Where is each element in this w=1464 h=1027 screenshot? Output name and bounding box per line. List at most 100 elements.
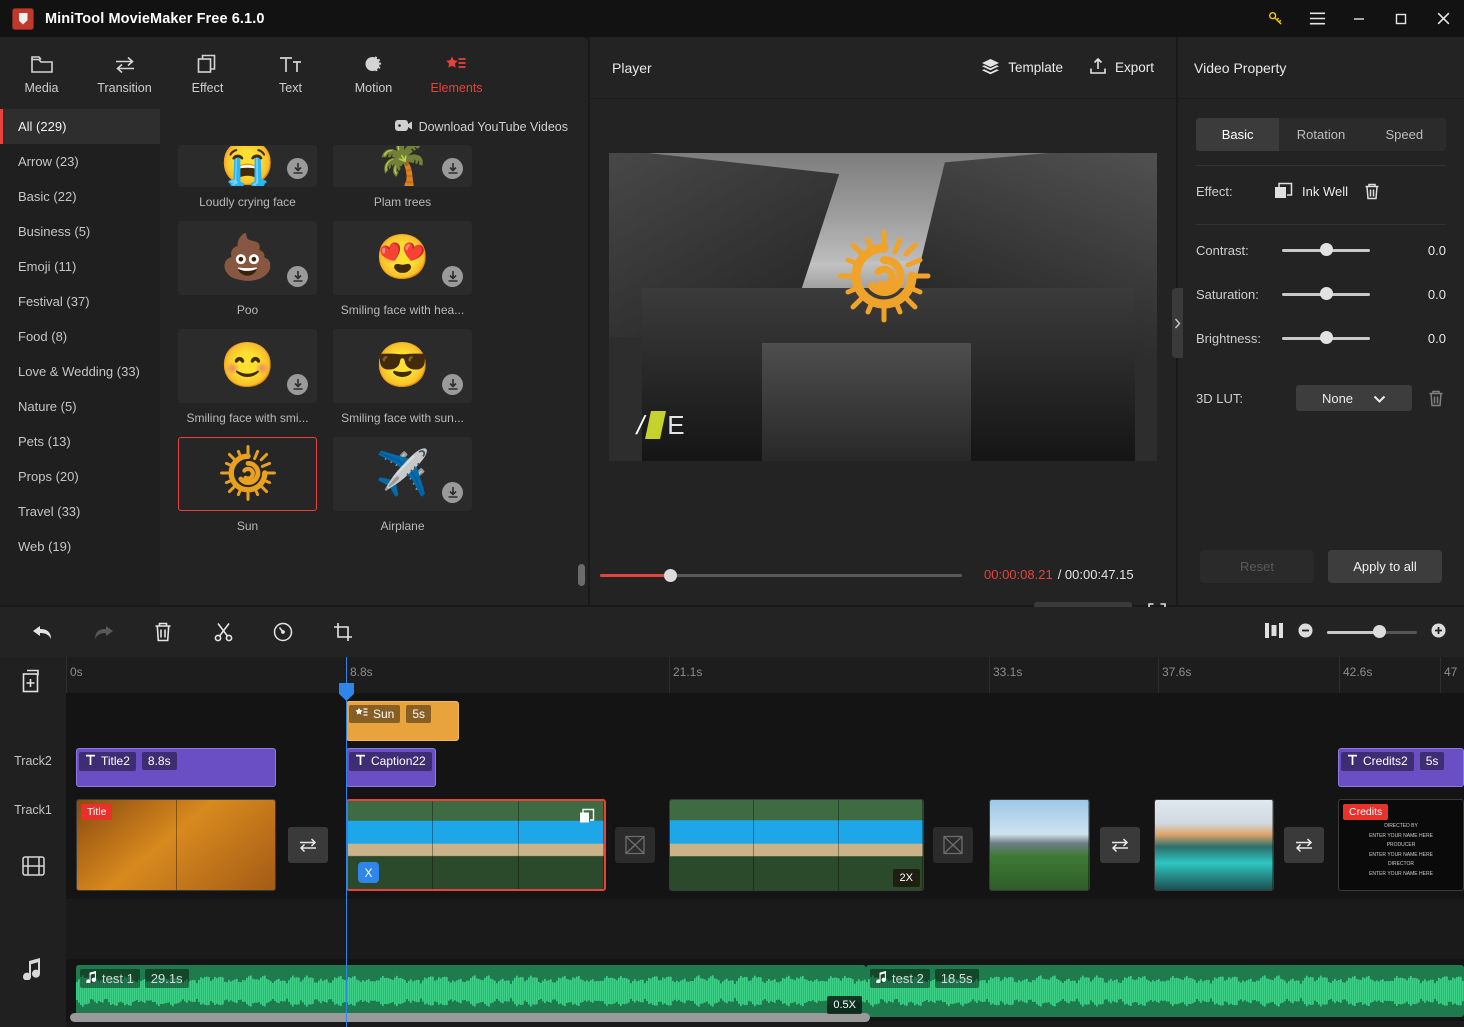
category-item[interactable]: Pets (13) xyxy=(0,424,160,459)
lut-select[interactable]: None xyxy=(1296,385,1412,411)
key-icon[interactable] xyxy=(1254,0,1296,37)
timeline-clip-audio[interactable]: test 218.5s xyxy=(866,965,1464,1017)
element-item[interactable]: 😭 Loudly crying face xyxy=(178,145,317,209)
timeline-clip-element[interactable]: Sun5s xyxy=(346,701,459,741)
element-thumbnail[interactable]: ✈️ xyxy=(333,437,472,511)
elements-scrollbar[interactable] xyxy=(578,564,585,586)
category-item[interactable]: Travel (33) xyxy=(0,494,160,529)
category-item[interactable]: Web (19) xyxy=(0,529,160,564)
transition-icon[interactable] xyxy=(288,827,328,863)
element-thumbnail[interactable]: 💩 xyxy=(178,221,317,295)
category-item[interactable]: Nature (5) xyxy=(0,389,160,424)
zoom-slider[interactable] xyxy=(1327,631,1417,634)
element-thumbnail[interactable]: 😍 xyxy=(333,221,472,295)
element-item[interactable]: Sun xyxy=(178,437,317,533)
category-item[interactable]: Arrow (23) xyxy=(0,144,160,179)
copy-icon[interactable] xyxy=(578,807,596,825)
seek-bar[interactable] xyxy=(600,574,962,577)
download-icon[interactable] xyxy=(442,374,463,395)
template-button[interactable]: Template xyxy=(981,58,1063,78)
element-thumbnail[interactable]: 😊 xyxy=(178,329,317,403)
redo-icon[interactable] xyxy=(83,612,123,652)
speed-gauge-icon[interactable] xyxy=(263,612,303,652)
hamburger-icon[interactable] xyxy=(1296,0,1338,37)
category-item[interactable]: Business (5) xyxy=(0,214,160,249)
delete-lut-icon[interactable] xyxy=(1428,390,1444,407)
close-icon[interactable] xyxy=(1422,0,1464,37)
timeline-clip-video[interactable]: 2X xyxy=(669,799,924,891)
element-thumbnail[interactable]: 😭 xyxy=(178,145,317,187)
category-item[interactable]: Emoji (11) xyxy=(0,249,160,284)
toolbar-item-media[interactable]: Media xyxy=(0,37,83,109)
sun-element-overlay[interactable] xyxy=(834,226,934,326)
undo-icon[interactable] xyxy=(23,612,63,652)
element-item[interactable]: ✈️ Airplane xyxy=(333,437,472,533)
delete-effect-icon[interactable] xyxy=(1364,183,1380,200)
timeline-clip-video[interactable]: Title xyxy=(76,799,276,891)
timeline-ruler[interactable]: 0s8.8s21.1s33.1s37.6s42.6s47 xyxy=(66,657,1464,693)
download-icon[interactable] xyxy=(287,266,308,287)
timeline-clip-video[interactable] xyxy=(989,799,1090,891)
add-media-icon[interactable] xyxy=(22,669,45,696)
timeline-clip-audio[interactable]: test 129.1s0.5X xyxy=(76,965,866,1017)
element-item[interactable]: 😊 Smiling face with smi... xyxy=(178,329,317,425)
element-thumbnail[interactable]: 😎 xyxy=(333,329,472,403)
track-row-track2[interactable]: Sun5s xyxy=(66,693,1464,741)
slider-track[interactable] xyxy=(1282,249,1370,252)
element-item[interactable]: 🌴 Plam trees xyxy=(333,145,472,209)
add-transition-icon[interactable] xyxy=(615,827,655,863)
timeline-clip-text[interactable]: Title28.8s xyxy=(76,748,276,787)
toolbar-item-text[interactable]: Text xyxy=(249,37,332,109)
split-view-icon[interactable] xyxy=(1264,622,1284,642)
zoom-slider-handle[interactable] xyxy=(1373,625,1386,638)
maximize-icon[interactable] xyxy=(1380,0,1422,37)
element-thumbnail[interactable] xyxy=(178,437,317,511)
download-icon[interactable] xyxy=(287,374,308,395)
timeline-clip-video[interactable]: DIRECTED BYENTER YOUR NAME HEREPRODUCERE… xyxy=(1338,799,1464,891)
category-item[interactable]: Love & Wedding (33) xyxy=(0,354,160,389)
category-item[interactable]: All (229) xyxy=(0,109,160,144)
track-row-audio[interactable]: test 129.1s0.5Xtest 218.5s xyxy=(66,959,1464,1021)
timeline-horizontal-scrollbar[interactable] xyxy=(66,1013,1464,1022)
slider-handle[interactable] xyxy=(1320,243,1333,256)
toolbar-item-elements[interactable]: Elements xyxy=(415,37,498,109)
category-item[interactable]: Festival (37) xyxy=(0,284,160,319)
category-item[interactable]: Props (20) xyxy=(0,459,160,494)
seek-handle[interactable] xyxy=(664,569,677,582)
slider-handle[interactable] xyxy=(1320,331,1333,344)
reset-button[interactable]: Reset xyxy=(1200,550,1314,583)
slider-handle[interactable] xyxy=(1320,287,1333,300)
export-button[interactable]: Export xyxy=(1089,57,1154,78)
download-icon[interactable] xyxy=(442,158,463,179)
transition-icon[interactable] xyxy=(1284,827,1324,863)
delete-icon[interactable] xyxy=(143,612,183,652)
panel-collapse-handle[interactable] xyxy=(1172,288,1183,358)
element-thumbnail[interactable]: 🌴 xyxy=(333,145,472,187)
zoom-in-icon[interactable] xyxy=(1431,623,1446,641)
add-transition-icon[interactable] xyxy=(933,827,973,863)
toolbar-item-effect[interactable]: Effect xyxy=(166,37,249,109)
category-item[interactable]: Basic (22) xyxy=(0,179,160,214)
download-youtube-videos-button[interactable]: Download YouTube Videos xyxy=(160,109,588,145)
slider-track[interactable] xyxy=(1282,293,1370,296)
category-item[interactable]: Food (8) xyxy=(0,319,160,354)
transition-icon[interactable] xyxy=(1100,827,1140,863)
element-item[interactable]: 💩 Poo xyxy=(178,221,317,317)
minimize-icon[interactable] xyxy=(1338,0,1380,37)
video-preview[interactable]: / E xyxy=(609,153,1157,461)
clip-marker-badge[interactable]: X xyxy=(358,862,379,883)
download-icon[interactable] xyxy=(442,266,463,287)
split-scissors-icon[interactable] xyxy=(203,612,243,652)
crop-icon[interactable] xyxy=(323,612,363,652)
download-icon[interactable] xyxy=(442,482,463,503)
timeline-clip-video[interactable] xyxy=(1154,799,1274,891)
property-tab[interactable]: Rotation xyxy=(1279,118,1362,151)
zoom-out-icon[interactable] xyxy=(1298,623,1313,641)
element-item[interactable]: 😍 Smiling face with hea... xyxy=(333,221,472,317)
slider-track[interactable] xyxy=(1282,337,1370,340)
timeline-clip-text[interactable]: Caption22 xyxy=(346,748,436,787)
timeline-clip-text[interactable]: Credits25s xyxy=(1338,748,1464,787)
element-item[interactable]: 😎 Smiling face with sun... xyxy=(333,329,472,425)
track-row-track1[interactable]: Title28.8s Caption22 Credits25s xyxy=(66,741,1464,791)
apply-to-all-button[interactable]: Apply to all xyxy=(1328,550,1442,583)
